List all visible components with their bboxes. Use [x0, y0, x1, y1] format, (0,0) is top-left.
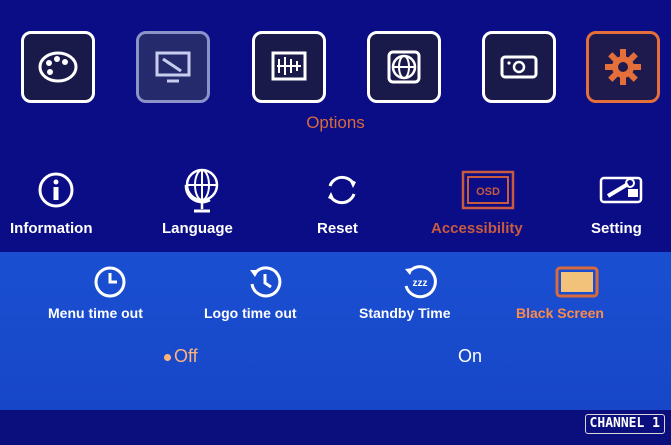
menu-time-out-item[interactable]: [92, 262, 128, 302]
clock-icon: [94, 266, 126, 298]
standby-time-label[interactable]: Standby Time: [359, 305, 451, 321]
osd-screen: Options Information Language Reset OSD A…: [0, 0, 671, 445]
choice-on[interactable]: On: [458, 346, 482, 367]
palette-icon: [38, 51, 78, 83]
menu-tab-projector[interactable]: [482, 31, 556, 103]
information-item[interactable]: [36, 165, 76, 215]
logo-time-out-label[interactable]: Logo time out: [204, 305, 297, 321]
information-label[interactable]: Information: [10, 220, 93, 237]
choice-off-label: Off: [174, 346, 198, 366]
selected-dot: [164, 353, 171, 361]
display-settings-icon: [155, 51, 191, 83]
globe-icon: [387, 50, 421, 84]
info-icon: [38, 172, 74, 208]
reset-item[interactable]: [322, 165, 362, 215]
menu-tab-network[interactable]: [367, 31, 441, 103]
section-title: Options: [306, 113, 365, 132]
projector-icon: [500, 55, 538, 79]
refresh-icon: [328, 175, 356, 205]
language-item[interactable]: [177, 165, 227, 215]
osd-badge-text: OSD: [476, 186, 500, 198]
tools-icon: [599, 176, 643, 204]
sleep-clock-icon: zzz: [404, 265, 437, 299]
standby-time-item[interactable]: zzz: [400, 262, 438, 302]
setting-label[interactable]: Setting: [591, 220, 642, 237]
osd-icon: OSD: [461, 170, 515, 210]
menu-tab-picture[interactable]: [21, 31, 95, 103]
equalizer-icon: [271, 51, 307, 81]
black-screen-item[interactable]: [554, 262, 600, 302]
menu-tab-display[interactable]: [136, 31, 210, 103]
choice-on-label: On: [458, 346, 483, 366]
menu-tab-audio[interactable]: [252, 31, 326, 103]
choice-off[interactable]: Off: [164, 346, 198, 367]
logo-time-out-item[interactable]: [246, 262, 284, 302]
history-clock-icon: [250, 266, 282, 298]
setting-item[interactable]: [597, 165, 645, 215]
menu-time-out-label[interactable]: Menu time out: [48, 305, 143, 321]
black-screen-label[interactable]: Black Screen: [516, 305, 604, 321]
reset-label[interactable]: Reset: [317, 220, 358, 237]
menu-tab-options[interactable]: [586, 31, 660, 103]
language-label[interactable]: Language: [162, 220, 233, 237]
accessibility-item[interactable]: OSD: [460, 165, 516, 215]
status-bar: [0, 410, 671, 445]
zzz-badge-text: zzz: [413, 278, 428, 289]
channel-badge: CHANNEL 1: [584, 414, 665, 434]
accessibility-label[interactable]: Accessibility: [431, 220, 523, 237]
globe-stand-icon: [184, 168, 219, 213]
screen-rect-icon: [555, 266, 599, 298]
gear-icon: [605, 49, 641, 85]
